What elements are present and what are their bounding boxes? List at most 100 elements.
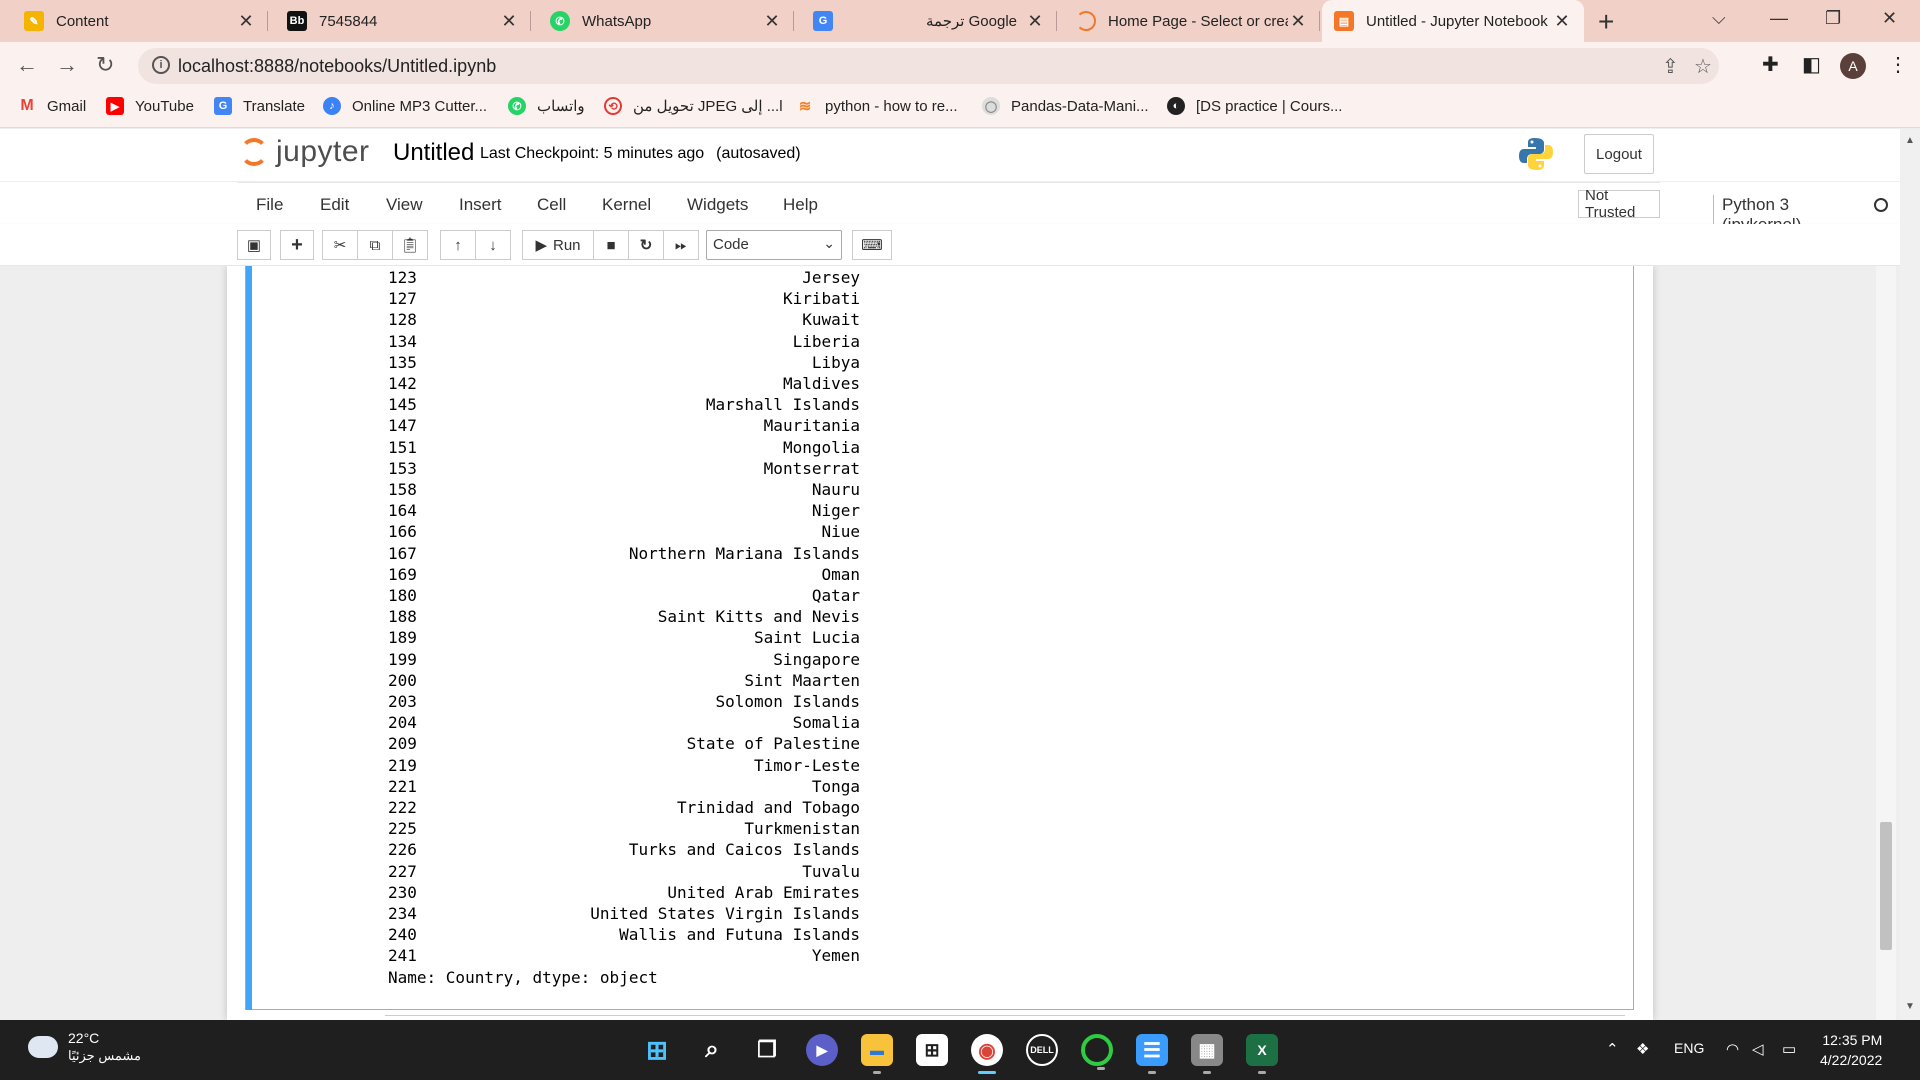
tab-search-chevron-icon[interactable]: ⌵ — [1712, 8, 1726, 29]
weather-condition: مشمس جزئيًا — [68, 1048, 141, 1063]
bookmark-star-icon[interactable]: ☆ — [1694, 54, 1712, 79]
excel-icon[interactable]: X — [1246, 1034, 1278, 1074]
menu-widgets[interactable]: Widgets — [687, 195, 748, 215]
show-hidden-icons-chevron-icon[interactable]: ⌃ — [1606, 1040, 1619, 1058]
tab-whatsapp[interactable]: ✆ WhatsApp ✕ — [538, 0, 794, 42]
volume-icon[interactable]: ◁ — [1752, 1040, 1764, 1058]
command-palette-button[interactable]: ⌨ — [852, 230, 892, 260]
close-icon[interactable]: ✕ — [1552, 11, 1572, 32]
floppy-disk-icon: ▣ — [246, 237, 262, 254]
tab-blackboard[interactable]: Bb 7545844 ✕ — [275, 0, 531, 42]
menu-edit[interactable]: Edit — [320, 195, 349, 215]
search-icon[interactable]: ⌕ — [696, 1034, 728, 1066]
menu-insert[interactable]: Insert — [459, 195, 502, 215]
notepad-icon[interactable]: ☰ — [1136, 1034, 1168, 1074]
notebook-scrollbar[interactable] — [1876, 266, 1896, 1020]
system-clock[interactable]: 12:35 PM 4/22/2022 — [1820, 1030, 1882, 1070]
bookmark-stackoverflow[interactable]: ≋ python - how to re... — [796, 97, 958, 116]
partly-sunny-icon — [26, 1030, 58, 1058]
address-bar[interactable]: i localhost:8888/notebooks/Untitled.ipyn… — [138, 48, 1719, 84]
microsoft-store-icon[interactable]: ⊞ — [916, 1034, 948, 1066]
bookmark-youtube[interactable]: ▶ YouTube — [106, 97, 194, 115]
site-info-icon[interactable]: i — [152, 56, 170, 74]
bookmark-github[interactable]: ◯ Pandas-Data-Mani... — [982, 97, 1149, 115]
share-icon[interactable]: ⇪ — [1662, 54, 1679, 79]
extensions-puzzle-icon[interactable]: ✚ — [1762, 52, 1779, 77]
refresh-app-icon[interactable] — [1081, 1034, 1113, 1070]
close-icon[interactable]: ✕ — [762, 11, 782, 32]
input-language[interactable]: ENG — [1674, 1040, 1704, 1056]
bookmark-translate[interactable]: G Translate — [214, 97, 305, 115]
bookmark-label: Translate — [243, 97, 305, 115]
run-button[interactable]: ▶ Run — [522, 230, 594, 260]
scroll-up-arrow-icon[interactable]: ▲ — [1905, 135, 1915, 146]
jupyter-header: jupyter Untitled Last Checkpoint: 5 minu… — [0, 129, 1900, 181]
jupyter-logo[interactable]: jupyter — [240, 135, 370, 169]
not-trusted-button[interactable]: Not Trusted — [1578, 187, 1660, 221]
menu-file[interactable]: File — [256, 195, 283, 215]
bookmark-label: YouTube — [135, 97, 194, 115]
battery-icon[interactable]: ▭ — [1782, 1040, 1796, 1058]
bookmark-jpeg-convert[interactable]: ⟲ تحويل من JPEG إلى ...l — [604, 97, 783, 115]
row-country: Somalia — [792, 713, 860, 733]
tab-jupyter-active[interactable]: ▤ Untitled - Jupyter Notebook ✕ — [1322, 0, 1584, 42]
scissors-icon: ✂ — [333, 237, 347, 254]
notebook-name[interactable]: Untitled — [393, 139, 474, 167]
dell-icon[interactable]: DELL — [1026, 1034, 1058, 1066]
windows-taskbar: 22°C مشمس جزئيًا ⊞ ⌕ ❐ ▶ ▬ ⊞ ◉ DELL ☰ ▦ … — [0, 1020, 1920, 1080]
copy-button[interactable]: ⧉ — [357, 230, 393, 260]
address-url[interactable]: localhost:8888/notebooks/Untitled.ipynb — [178, 56, 496, 77]
restart-run-all-button[interactable]: ⏩︎ — [663, 230, 699, 260]
file-explorer-icon[interactable]: ▬ — [861, 1034, 893, 1074]
menu-help[interactable]: Help — [783, 195, 818, 215]
tab-content[interactable]: ✎ Content ✕ — [12, 0, 268, 42]
start-windows-icon[interactable]: ⊞ — [641, 1034, 673, 1066]
new-tab-button[interactable]: + — [1598, 6, 1614, 38]
weather-widget[interactable]: 22°C مشمس جزئيًا — [26, 1030, 141, 1064]
close-window-button[interactable]: ✕ — [1882, 8, 1897, 29]
wifi-icon[interactable]: ◠ — [1726, 1040, 1739, 1058]
tab-google-translate[interactable]: G ترجمة Google ✕ — [801, 0, 1057, 42]
side-panel-icon[interactable]: ◧ — [1802, 52, 1821, 77]
menu-view[interactable]: View — [386, 195, 423, 215]
close-icon[interactable]: ✕ — [236, 11, 256, 32]
scroll-down-arrow-icon[interactable]: ▼ — [1905, 1001, 1915, 1012]
bookmark-whatsapp[interactable]: ✆ واتساب — [508, 97, 585, 115]
move-down-button[interactable]: ↓ — [475, 230, 511, 260]
bookmark-gmail[interactable]: M Gmail — [18, 97, 86, 115]
translate-icon: G — [214, 97, 232, 115]
interrupt-button[interactable]: ■ — [593, 230, 629, 260]
close-icon[interactable]: ✕ — [1025, 11, 1045, 32]
forward-arrow-icon[interactable]: → — [56, 52, 78, 78]
back-arrow-icon[interactable]: ← — [16, 52, 38, 78]
restore-button[interactable]: ❐ — [1825, 8, 1841, 29]
dropbox-icon[interactable]: ❖ — [1636, 1040, 1649, 1058]
menu-kernel[interactable]: Kernel — [602, 195, 651, 215]
restart-kernel-button[interactable]: ↻ — [628, 230, 664, 260]
chrome-icon[interactable]: ◉ — [971, 1034, 1003, 1074]
teams-chat-icon[interactable]: ▶ — [806, 1034, 838, 1066]
scrollbar-thumb[interactable] — [1880, 822, 1892, 950]
cut-button[interactable]: ✂ — [322, 230, 358, 260]
paste-button[interactable]: 📋︎ — [392, 230, 428, 260]
close-icon[interactable]: ✕ — [499, 11, 519, 32]
profile-avatar[interactable]: A — [1840, 53, 1866, 79]
bookmark-ds-practice[interactable]: ◐ [DS practice | Cours... — [1167, 97, 1342, 115]
browser-menu-icon[interactable]: ⋮ — [1888, 52, 1908, 77]
insert-cell-button[interactable]: + — [280, 230, 314, 260]
bookmark-mp3-cutter[interactable]: ♪ Online MP3 Cutter... — [323, 97, 487, 115]
reload-icon[interactable]: ↻ — [96, 52, 114, 78]
move-up-button[interactable]: ↑ — [440, 230, 476, 260]
page-scrollbar[interactable]: ▲ ▼ — [1900, 129, 1920, 1020]
task-view-icon[interactable]: ❐ — [751, 1034, 783, 1066]
cell-selection-bar — [246, 266, 252, 1010]
save-button[interactable]: ▣ — [237, 230, 271, 260]
cell-type-select[interactable]: Code ⌄ — [706, 230, 842, 260]
minimize-button[interactable]: — — [1770, 8, 1788, 29]
close-icon[interactable]: ✕ — [1288, 11, 1308, 32]
logout-button[interactable]: Logout — [1584, 134, 1654, 174]
menu-cell[interactable]: Cell — [537, 195, 566, 215]
tab-home-page[interactable]: Home Page - Select or crea ✕ — [1064, 0, 1320, 42]
calculator-icon[interactable]: ▦ — [1191, 1034, 1223, 1074]
tab-title: Content — [56, 12, 109, 30]
